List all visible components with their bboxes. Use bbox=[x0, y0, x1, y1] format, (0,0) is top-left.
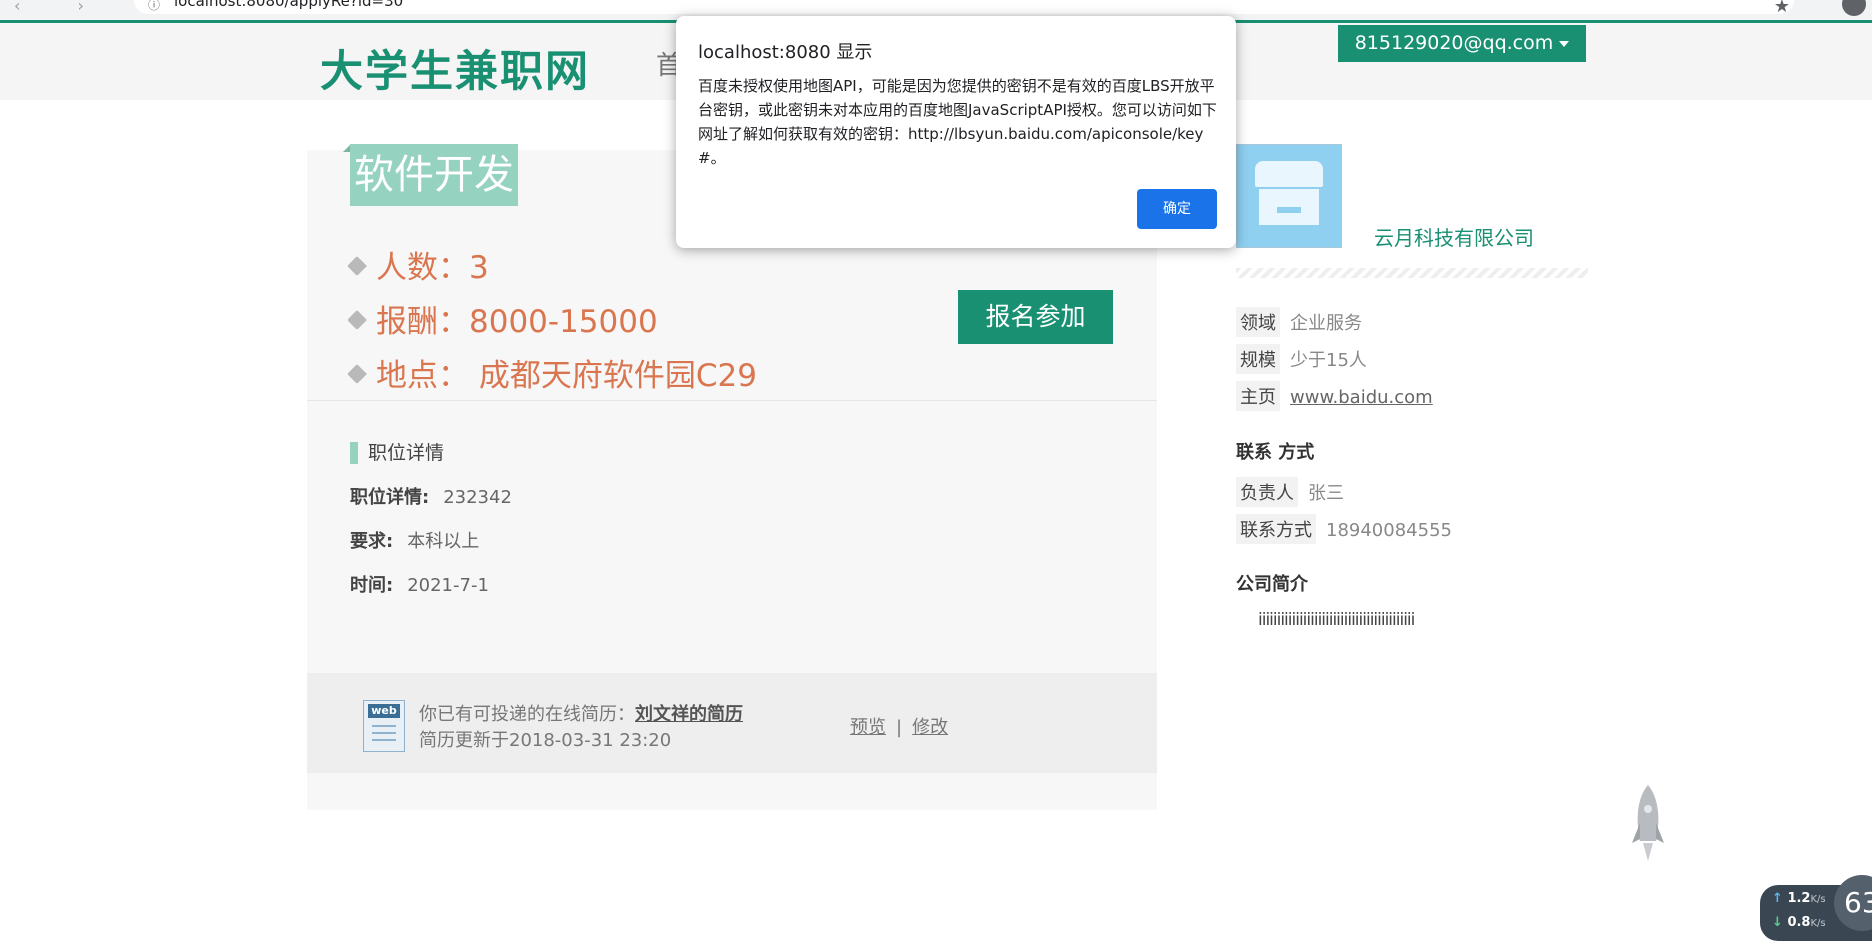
web-resume-icon: web bbox=[363, 700, 405, 752]
upload-arrow-icon: ↑ bbox=[1772, 891, 1783, 906]
company-name-link[interactable]: 云月科技有限公司 bbox=[1374, 222, 1534, 251]
upload-speed: ↑ 1.2K/s bbox=[1772, 891, 1826, 906]
download-value: 0.8 bbox=[1787, 915, 1811, 930]
meta-value: 少于15人 bbox=[1290, 350, 1367, 371]
details-section-title: 职位详情 bbox=[350, 440, 1110, 466]
dialog-title: localhost:8080 显示 bbox=[698, 42, 873, 63]
detail-value: 本科以上 bbox=[407, 531, 480, 552]
tag-icon bbox=[347, 255, 367, 276]
resume-actions: 预览 | 修改 bbox=[850, 713, 948, 739]
alert-dialog: localhost:8080 显示 百度未授权使用地图API，可能是因为您提供的… bbox=[676, 16, 1236, 248]
resume-name-link[interactable]: 刘文祥的简历 bbox=[635, 704, 743, 725]
resume-prefix: 你已有可投递的在线简历： bbox=[419, 704, 635, 725]
detail-label: 时间: bbox=[350, 575, 394, 596]
meta-label: 规模 bbox=[1236, 344, 1280, 374]
site-logo[interactable]: 大学生兼职网 bbox=[320, 37, 590, 99]
salary-text: 报酬：8000-15000 bbox=[376, 304, 658, 340]
upload-value: 1.2 bbox=[1787, 891, 1811, 906]
resume-bar: web 你已有可投递的在线简历：刘文祥的简历 简历更新于2018-03-31 2… bbox=[307, 673, 1157, 773]
icon-line bbox=[372, 739, 396, 741]
tag-icon bbox=[347, 363, 367, 384]
detail-value: 2021-7-1 bbox=[407, 575, 489, 596]
shop-awning bbox=[1255, 161, 1323, 187]
resume-updated-text: 简历更新于2018-03-31 23:20 bbox=[419, 730, 672, 751]
tag-icon bbox=[347, 309, 367, 330]
intro-heading: 公司简介 bbox=[1236, 574, 1308, 595]
meta-label: 领域 bbox=[1236, 307, 1280, 337]
company-intro-text: iiiiiiiiiiiiiiiiiiiiiiiiiiiiiiiiiiiiiiii… bbox=[1258, 610, 1415, 630]
job-card: 软件开发 人数：3 报酬：8000-15000 地点： 成都天府软件园C29 报… bbox=[307, 144, 1157, 810]
bookmark-star-icon[interactable]: ★ bbox=[1774, 0, 1790, 17]
download-speed: ↓ 0.8K/s bbox=[1772, 915, 1826, 930]
meta-value: 18940084555 bbox=[1326, 520, 1452, 541]
network-speed-widget[interactable]: ↑ 1.2K/s ↓ 0.8K/s 63 bbox=[1760, 875, 1872, 941]
job-location: 地点： 成都天府软件园C29 bbox=[347, 350, 757, 395]
dialog-message: 百度未授权使用地图API，可能是因为您提供的密钥不是有效的百度LBS开放平台密钥… bbox=[698, 77, 1217, 167]
dialog-ok-button[interactable]: 确定 bbox=[1137, 189, 1217, 229]
icon-line bbox=[372, 732, 396, 734]
profile-avatar[interactable] bbox=[1842, 0, 1866, 16]
meta-value: 企业服务 bbox=[1290, 313, 1362, 334]
detail-row-description: 职位详情: 232342 bbox=[350, 486, 1110, 510]
company-size: 规模 少于15人 bbox=[1236, 344, 1367, 374]
speed-badge: 63 bbox=[1834, 875, 1872, 931]
contact-heading: 联系 方式 bbox=[1236, 442, 1315, 463]
apply-button[interactable]: 报名参加 bbox=[958, 290, 1113, 344]
shop-door bbox=[1277, 207, 1301, 213]
company-field: 领域 企业服务 bbox=[1236, 307, 1362, 337]
job-title: 软件开发 bbox=[350, 144, 518, 206]
web-tag: web bbox=[368, 704, 400, 718]
user-menu-button[interactable]: 815129020@qq.com bbox=[1338, 25, 1586, 62]
job-details: 职位详情 职位详情: 232342 要求: 本科以上 时间: 2021-7-1 bbox=[350, 440, 1110, 598]
meta-label: 负责人 bbox=[1236, 477, 1298, 507]
homepage-link[interactable]: www.baidu.com bbox=[1290, 387, 1433, 408]
contact-phone: 联系方式 18940084555 bbox=[1236, 514, 1452, 544]
icon-line bbox=[372, 725, 396, 727]
detail-value: 232342 bbox=[443, 487, 512, 508]
detail-row-time: 时间: 2021-7-1 bbox=[350, 574, 1110, 598]
details-title-text: 职位详情 bbox=[368, 442, 445, 464]
download-unit: K/s bbox=[1810, 918, 1826, 929]
address-text[interactable]: localhost:8080/applyRe?id=30 bbox=[174, 0, 403, 10]
job-salary: 报酬：8000-15000 bbox=[347, 296, 658, 341]
meta-label: 联系方式 bbox=[1236, 514, 1316, 544]
back-to-top-rocket-icon[interactable] bbox=[1630, 783, 1666, 863]
address-bar[interactable]: ⓘ localhost:8080/applyRe?id=30 bbox=[134, 0, 1794, 14]
contact-person: 负责人 张三 bbox=[1236, 477, 1344, 507]
detail-label: 要求: bbox=[350, 531, 394, 552]
section-accent-bar bbox=[350, 442, 358, 464]
company-homepage: 主页 www.baidu.com bbox=[1236, 381, 1433, 411]
download-arrow-icon: ↓ bbox=[1772, 915, 1783, 930]
resume-preview-link[interactable]: 预览 bbox=[850, 717, 886, 738]
detail-label: 职位详情: bbox=[350, 487, 430, 508]
meta-value: 张三 bbox=[1308, 483, 1344, 504]
info-icon[interactable]: ⓘ bbox=[148, 0, 160, 13]
job-headcount: 人数：3 bbox=[347, 242, 489, 287]
location-text: 地点： 成都天府软件园C29 bbox=[376, 358, 757, 394]
caret-down-icon bbox=[1559, 40, 1570, 47]
upload-unit: K/s bbox=[1810, 894, 1826, 905]
striped-divider bbox=[1236, 268, 1588, 278]
resume-available-text: 你已有可投递的在线简历：刘文祥的简历 bbox=[419, 700, 743, 726]
resume-edit-link[interactable]: 修改 bbox=[912, 717, 948, 738]
user-email: 815129020@qq.com bbox=[1354, 32, 1554, 54]
company-logo-shop-icon[interactable] bbox=[1236, 144, 1342, 248]
detail-row-requirement: 要求: 本科以上 bbox=[350, 530, 1110, 554]
link-separator: | bbox=[896, 717, 903, 738]
headcount-text: 人数：3 bbox=[376, 250, 489, 286]
meta-label: 主页 bbox=[1236, 381, 1280, 411]
